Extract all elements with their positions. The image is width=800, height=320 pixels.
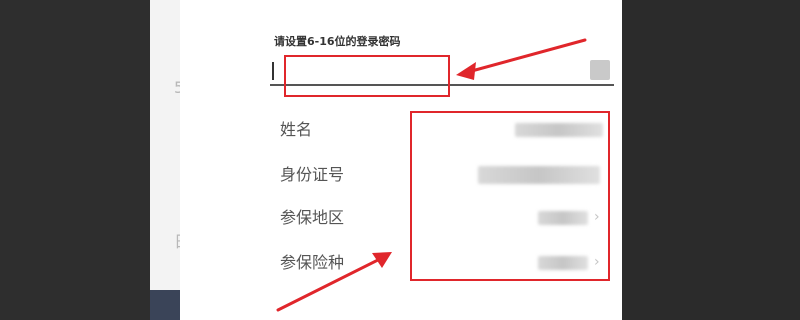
annotation-box-fields xyxy=(410,111,610,281)
background-bar xyxy=(150,290,180,320)
row-label: 姓名 xyxy=(280,120,313,139)
annotation-box-password xyxy=(284,55,450,97)
row-label: 身份证号 xyxy=(280,165,345,184)
row-label: 参保地区 xyxy=(280,208,345,227)
password-prompt: 请设置6-16位的登录密码 xyxy=(274,35,401,48)
right-bezel xyxy=(622,0,800,320)
phone-edge xyxy=(180,0,194,320)
row-label: 参保险种 xyxy=(280,253,345,272)
visibility-toggle-icon[interactable] xyxy=(590,60,610,80)
text-caret xyxy=(272,62,274,80)
background-screen: 5 日 xyxy=(150,0,180,320)
